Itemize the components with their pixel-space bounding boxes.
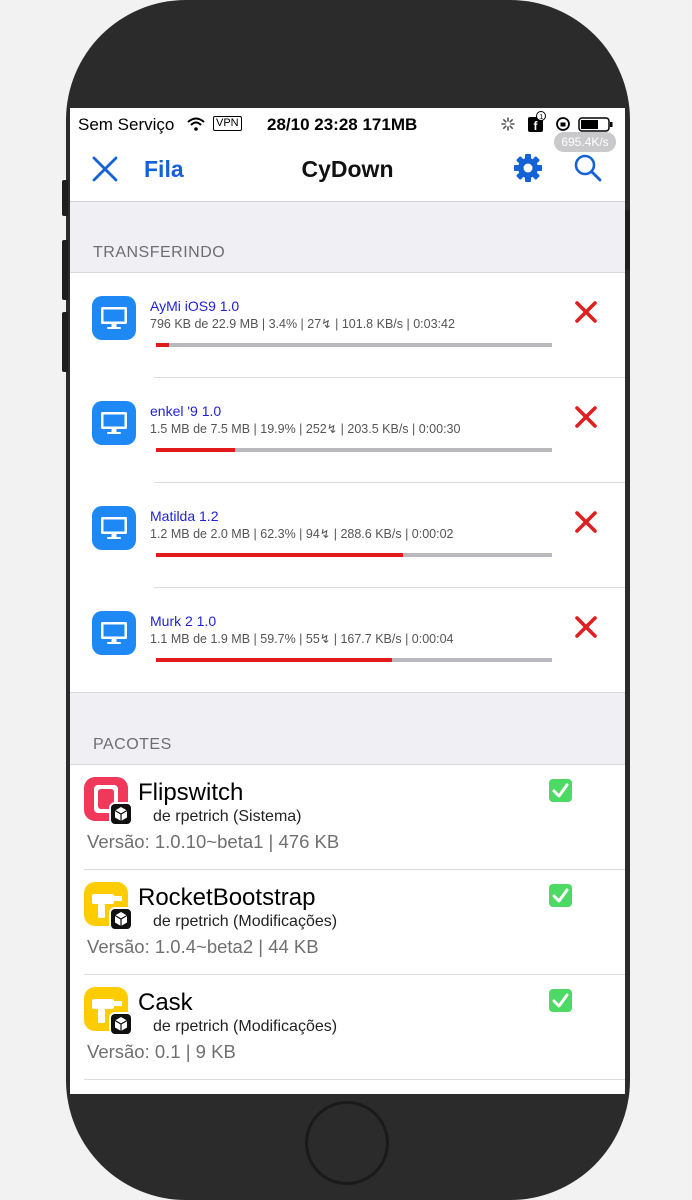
package-author: de rpetrich (Modificações) <box>153 913 338 930</box>
progress-bar-fill <box>156 658 393 662</box>
volume-up-button <box>62 240 68 300</box>
package-badge-icon <box>109 802 133 826</box>
wifi-icon <box>187 117 205 131</box>
speed-badge: 695.4K/s <box>554 132 616 152</box>
package-row[interactable]: RocketBootstrap de rpetrich (Modificaçõe… <box>70 870 625 975</box>
search-icon[interactable] <box>572 152 604 184</box>
package-row[interactable]: Flipswitch de rpetrich (Sistema) Versão:… <box>70 765 625 870</box>
monitor-icon <box>92 611 136 655</box>
package-version: Versão: 1.0.10~beta1 | 476 KB <box>87 831 340 852</box>
row-divider <box>84 1079 625 1080</box>
transfer-row[interactable]: Matilda 1.2 1.2 MB de 2.0 MB | 62.3% | 9… <box>70 483 625 588</box>
package-name: Flipswitch <box>138 779 244 806</box>
transfer-row[interactable]: enkel '9 1.0 1.5 MB de 7.5 MB | 19.9% | … <box>70 378 625 483</box>
checkbox-checked[interactable] <box>549 989 572 1012</box>
package-author: de rpetrich (Modificações) <box>153 1018 338 1035</box>
package-row[interactable]: Cask de rpetrich (Modificações) Versão: … <box>70 975 625 1080</box>
mute-switch <box>62 180 68 216</box>
carrier-label: Sem Serviço <box>78 115 175 134</box>
transfer-info: 1.5 MB de 7.5 MB | 19.9% | 252↯ | 203.5 … <box>150 422 461 436</box>
volume-down-button <box>62 312 68 372</box>
transfer-name: AyMi iOS9 1.0 <box>150 298 240 314</box>
progress-bar <box>156 553 552 557</box>
transfers-list: AyMi iOS9 1.0 796 KB de 22.9 MB | 3.4% |… <box>70 272 625 693</box>
checkbox-checked[interactable] <box>549 779 572 802</box>
gear-icon[interactable] <box>512 152 544 184</box>
cancel-download-icon[interactable] <box>573 404 599 430</box>
datetime-memory-label: 28/10 23:28 171MB <box>267 115 418 134</box>
transfer-name: Murk 2 1.0 <box>150 613 217 629</box>
checkbox-checked[interactable] <box>549 884 572 907</box>
transfers-section-header: TRANSFERINDO <box>93 244 226 261</box>
monitor-icon <box>92 506 136 550</box>
package-version: Versão: 1.0.4~beta2 | 44 KB <box>87 936 319 957</box>
battery-icon <box>578 117 613 132</box>
packages-section-header: PACOTES <box>93 736 172 753</box>
vpn-badge: VPN <box>213 116 242 131</box>
transfer-row[interactable]: AyMi iOS9 1.0 796 KB de 22.9 MB | 3.4% |… <box>70 273 625 378</box>
package-name: RocketBootstrap <box>138 884 316 911</box>
progress-bar <box>156 448 552 452</box>
package-author: de rpetrich (Sistema) <box>153 808 302 825</box>
progress-bar-fill <box>156 343 170 347</box>
cancel-download-icon[interactable] <box>573 614 599 640</box>
transfer-name: Matilda 1.2 <box>150 508 219 524</box>
status-bar: Sem Serviço VPN 28/10 23:28 171MB f 1 <box>70 108 625 140</box>
transfer-row[interactable]: Murk 2 1.0 1.1 MB de 1.9 MB | 59.7% | 55… <box>70 588 625 693</box>
home-button[interactable] <box>305 1101 389 1185</box>
orientation-lock-icon <box>556 117 570 131</box>
monitor-icon <box>92 401 136 445</box>
facebook-notification-icon: f 1 <box>528 111 546 133</box>
package-name: Cask <box>138 989 193 1016</box>
package-version: Versão: 0.1 | 9 KB <box>87 1041 236 1062</box>
monitor-icon <box>92 296 136 340</box>
packages-list: Flipswitch de rpetrich (Sistema) Versão:… <box>70 764 625 1094</box>
activity-spinner-icon <box>501 117 515 131</box>
screen: Sem Serviço VPN 28/10 23:28 171MB f 1 Fi… <box>70 108 625 1094</box>
transfer-info: 796 KB de 22.9 MB | 3.4% | 27↯ | 101.8 K… <box>150 317 455 331</box>
navigation-bar: Fila CyDown <box>70 140 625 202</box>
progress-bar-fill <box>156 553 403 557</box>
package-badge-icon <box>109 1012 133 1036</box>
progress-bar <box>156 343 552 347</box>
progress-bar <box>156 658 552 662</box>
transfer-info: 1.2 MB de 2.0 MB | 62.3% | 94↯ | 288.6 K… <box>150 527 454 541</box>
cancel-download-icon[interactable] <box>573 509 599 535</box>
progress-bar-fill <box>156 448 235 452</box>
cancel-download-icon[interactable] <box>573 299 599 325</box>
transfer-info: 1.1 MB de 1.9 MB | 59.7% | 55↯ | 167.7 K… <box>150 632 454 646</box>
package-badge-icon <box>109 907 133 931</box>
transfer-name: enkel '9 1.0 <box>150 403 222 419</box>
svg-text:1: 1 <box>539 114 543 121</box>
